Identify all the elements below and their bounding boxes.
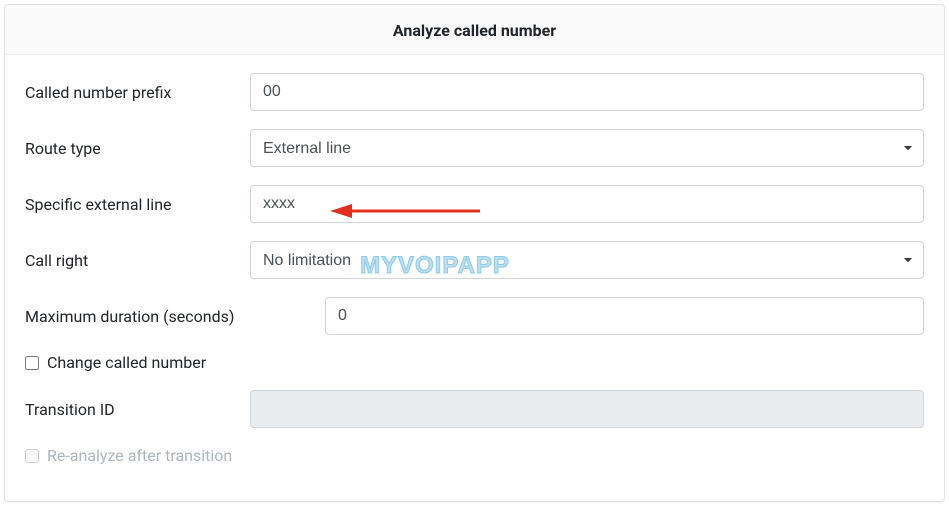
label-transition-id: Transition ID: [25, 400, 250, 419]
analyze-called-number-panel: Analyze called number Called number pref…: [4, 4, 945, 502]
label-change-called-number: Change called number: [47, 353, 206, 372]
select-call-right[interactable]: No limitation: [250, 241, 924, 279]
label-route-type: Route type: [25, 139, 250, 158]
label-specific-external-line: Specific external line: [25, 195, 250, 214]
label-call-right: Call right: [25, 251, 250, 270]
row-maximum-duration: Maximum duration (seconds): [25, 297, 924, 335]
checkbox-reanalyze-after-transition: [25, 449, 39, 463]
row-transition-id: Transition ID: [25, 390, 924, 428]
row-specific-external-line: Specific external line: [25, 185, 924, 223]
input-maximum-duration[interactable]: [325, 297, 924, 335]
label-called-number-prefix: Called number prefix: [25, 83, 250, 102]
checkbox-change-called-number[interactable]: [25, 356, 39, 370]
input-specific-external-line[interactable]: [250, 185, 924, 223]
form-body: Called number prefix Route type External…: [5, 55, 944, 495]
input-transition-id: [250, 390, 924, 428]
row-change-called-number: Change called number: [25, 353, 924, 372]
panel-title: Analyze called number: [5, 5, 944, 55]
row-route-type: Route type External line: [25, 129, 924, 167]
row-call-right: Call right No limitation: [25, 241, 924, 279]
label-maximum-duration: Maximum duration (seconds): [25, 307, 325, 326]
row-reanalyze-after-transition: Re-analyze after transition: [25, 446, 924, 465]
label-reanalyze-after-transition: Re-analyze after transition: [47, 446, 232, 465]
row-called-number-prefix: Called number prefix: [25, 73, 924, 111]
input-called-number-prefix[interactable]: [250, 73, 924, 111]
select-route-type[interactable]: External line: [250, 129, 924, 167]
